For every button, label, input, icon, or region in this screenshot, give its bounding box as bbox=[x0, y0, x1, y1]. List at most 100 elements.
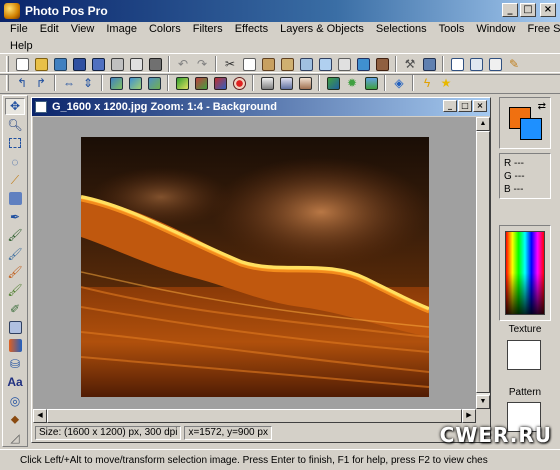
background-color-swatch[interactable] bbox=[520, 118, 542, 140]
save-icon[interactable] bbox=[70, 55, 88, 73]
levels-icon[interactable] bbox=[192, 74, 210, 92]
canvas-area[interactable] bbox=[33, 117, 476, 409]
object-icon[interactable]: ◈ bbox=[390, 74, 408, 92]
menu-window[interactable]: Window bbox=[470, 23, 521, 35]
paste-layer-icon[interactable] bbox=[297, 55, 315, 73]
screen-capture-icon[interactable] bbox=[354, 55, 372, 73]
menu-edit[interactable]: Edit bbox=[34, 23, 65, 35]
sharpen-icon[interactable] bbox=[258, 74, 276, 92]
toolbar-grip[interactable] bbox=[6, 56, 9, 72]
redo-icon[interactable]: ↷ bbox=[193, 55, 211, 73]
maximize-button[interactable]: □ bbox=[520, 3, 536, 17]
magic-wand-icon[interactable]: ⟋ bbox=[5, 172, 25, 188]
menu-filters[interactable]: Filters bbox=[187, 23, 229, 35]
clone-brush-icon[interactable]: 🖌︎ bbox=[5, 264, 25, 280]
clipboard-icon[interactable] bbox=[335, 55, 353, 73]
menu-effects[interactable]: Effects bbox=[229, 23, 274, 35]
menu-file[interactable]: File bbox=[4, 23, 34, 35]
horizontal-scrollbar[interactable]: ◀ ▶ bbox=[33, 409, 476, 423]
favorites-star-icon[interactable]: ★ bbox=[437, 74, 455, 92]
rotate-left-icon[interactable]: ↰ bbox=[13, 74, 31, 92]
image-size-icon[interactable] bbox=[107, 74, 125, 92]
menu-view[interactable]: View bbox=[65, 23, 101, 35]
color-balance-icon[interactable] bbox=[211, 74, 229, 92]
pattern-brush-icon[interactable] bbox=[5, 319, 25, 335]
scroll-right-button[interactable]: ▶ bbox=[462, 409, 476, 423]
doc-close-button[interactable]: × bbox=[473, 100, 487, 112]
scroll-up-button[interactable]: ▲ bbox=[476, 117, 490, 131]
menu-selections[interactable]: Selections bbox=[370, 23, 433, 35]
flip-vertical-icon[interactable]: ⇕ bbox=[79, 74, 97, 92]
print-preview-icon[interactable] bbox=[127, 55, 145, 73]
brush-icon[interactable]: 🖌︎ bbox=[5, 227, 25, 243]
flip-horizontal-icon[interactable]: ⇔ bbox=[60, 74, 78, 92]
undo-icon[interactable]: ↶ bbox=[174, 55, 192, 73]
move-tool-icon[interactable]: ✥ bbox=[5, 98, 25, 115]
grid-icon[interactable] bbox=[448, 55, 466, 73]
filter-icon[interactable]: ✹ bbox=[343, 74, 361, 92]
scroll-down-button[interactable]: ▼ bbox=[476, 395, 490, 409]
red-eye-icon[interactable] bbox=[230, 74, 248, 92]
text-tool-icon[interactable]: Aa bbox=[5, 374, 25, 390]
print-icon[interactable] bbox=[108, 55, 126, 73]
doc-maximize-button[interactable]: □ bbox=[458, 100, 472, 112]
copy-icon[interactable] bbox=[240, 55, 258, 73]
window-list-icon[interactable] bbox=[486, 55, 504, 73]
menu-help[interactable]: Help bbox=[4, 40, 39, 52]
scanner-icon[interactable] bbox=[146, 55, 164, 73]
new-file-icon[interactable] bbox=[13, 55, 31, 73]
menu-colors[interactable]: Colors bbox=[143, 23, 187, 35]
menu-tools[interactable]: Tools bbox=[433, 23, 471, 35]
rotate-right-icon[interactable]: ↱ bbox=[32, 74, 50, 92]
rect-select-icon[interactable] bbox=[5, 135, 25, 151]
pencil-icon[interactable]: ✎ bbox=[505, 55, 523, 73]
close-button[interactable]: × bbox=[540, 3, 556, 17]
lasso-select-icon[interactable]: ◌ bbox=[5, 153, 25, 169]
color-palette[interactable] bbox=[505, 231, 545, 315]
menu-image[interactable]: Image bbox=[100, 23, 143, 35]
fill-bucket-icon[interactable]: ⛁ bbox=[5, 356, 25, 372]
paste-icon[interactable] bbox=[259, 55, 277, 73]
menu-free-stuff[interactable]: Free Stuff bbox=[521, 23, 560, 35]
landscape-icon[interactable] bbox=[362, 74, 380, 92]
noise-icon[interactable] bbox=[296, 74, 314, 92]
gradient-tool-icon[interactable] bbox=[5, 337, 25, 353]
wave-photo[interactable] bbox=[81, 137, 429, 397]
color-replace-icon[interactable]: ⬥ bbox=[5, 411, 25, 427]
swap-colors-icon[interactable]: ⇄ bbox=[538, 101, 546, 112]
menu-layers-objects[interactable]: Layers & Objects bbox=[274, 23, 370, 35]
eyedropper-icon[interactable]: ✒ bbox=[5, 209, 25, 225]
effects-icon[interactable] bbox=[324, 74, 342, 92]
zoom-tool-icon[interactable]: 🔍︎ bbox=[5, 117, 25, 133]
scroll-left-button[interactable]: ◀ bbox=[33, 409, 47, 423]
toolbar-grip[interactable] bbox=[6, 75, 9, 91]
open-folder-icon[interactable] bbox=[32, 55, 50, 73]
crop-icon[interactable] bbox=[145, 74, 163, 92]
vertical-scrollbar[interactable]: ▲ ▼ bbox=[476, 117, 490, 409]
save-all-icon[interactable] bbox=[89, 55, 107, 73]
brightness-icon[interactable] bbox=[173, 74, 191, 92]
layers-icon[interactable] bbox=[420, 55, 438, 73]
cut-icon[interactable]: ✂ bbox=[221, 55, 239, 73]
wizard-icon[interactable]: ϟ bbox=[418, 74, 436, 92]
document-titlebar[interactable]: G_1600 x 1200.jpg Zoom: 1:4 - Background bbox=[32, 98, 490, 116]
paste-selection-icon[interactable] bbox=[316, 55, 334, 73]
horizontal-scroll-thumb[interactable] bbox=[47, 409, 462, 423]
tools-icon[interactable]: ⚒ bbox=[401, 55, 419, 73]
properties-icon[interactable] bbox=[467, 55, 485, 73]
smudge-icon[interactable]: 🖌︎ bbox=[5, 282, 25, 298]
airbrush-icon[interactable]: 🖌︎ bbox=[5, 245, 25, 261]
paste-new-icon[interactable] bbox=[278, 55, 296, 73]
canvas-size-icon[interactable] bbox=[126, 74, 144, 92]
eraser-icon[interactable]: ◿ bbox=[5, 430, 25, 446]
doc-minimize-button[interactable]: _ bbox=[443, 100, 457, 112]
retouch-icon[interactable]: ✐ bbox=[5, 301, 25, 317]
shape-tool-icon[interactable]: ◎ bbox=[5, 393, 25, 409]
blur-icon[interactable] bbox=[277, 74, 295, 92]
vertical-scroll-thumb[interactable] bbox=[476, 131, 490, 393]
texture-swatch[interactable] bbox=[507, 340, 541, 370]
open-image-icon[interactable] bbox=[51, 55, 69, 73]
minimize-button[interactable]: _ bbox=[502, 3, 518, 17]
crop-tool-icon[interactable] bbox=[5, 190, 25, 206]
stamp-icon[interactable] bbox=[373, 55, 391, 73]
